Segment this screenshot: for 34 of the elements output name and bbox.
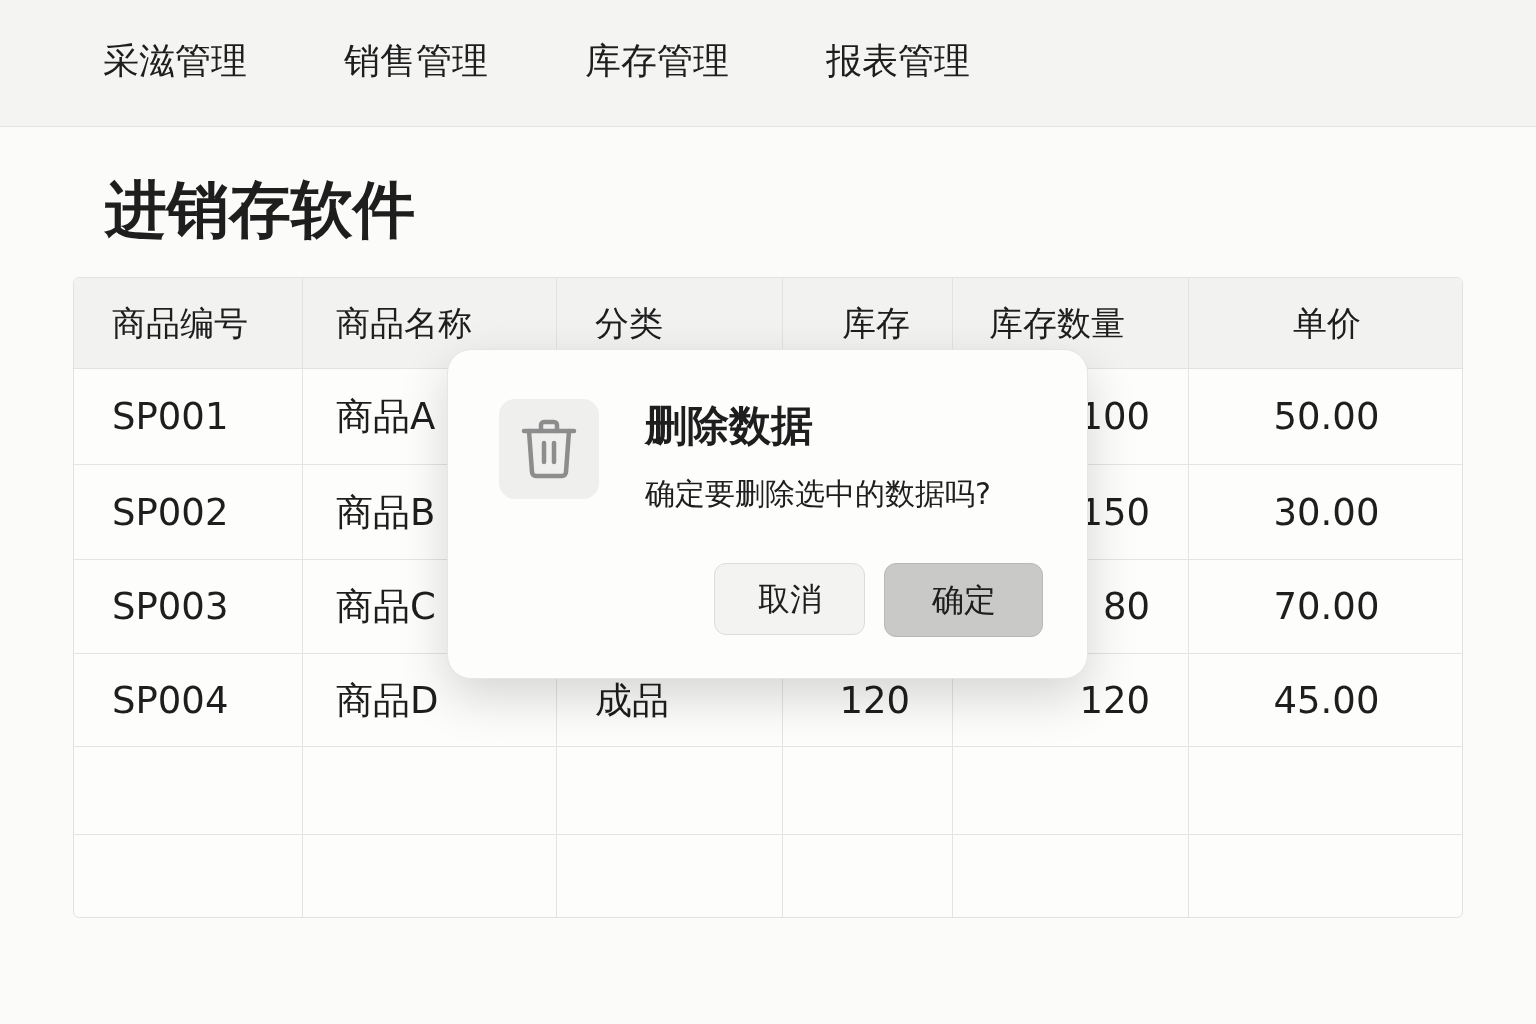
table-cell: 50.00: [1273, 398, 1380, 435]
table-cell: 商品D: [336, 681, 439, 719]
trash-icon: [499, 399, 599, 499]
column-header: 库存: [842, 306, 910, 340]
dialog-title: 删除数据: [645, 405, 813, 447]
table-cell: 45.00: [1273, 681, 1380, 719]
table-cell: 150: [1079, 493, 1150, 531]
column-header: 商品名称: [336, 306, 472, 340]
table-cell: 120: [1079, 681, 1150, 719]
table-cell: 120: [839, 681, 910, 719]
column-header: 单价: [1292, 306, 1361, 340]
table-cell: 30.00: [1273, 493, 1380, 531]
nav-tab[interactable]: 销售管理: [344, 37, 488, 89]
table-cell: 70.00: [1273, 588, 1380, 625]
column-header: 商品编号: [112, 306, 248, 340]
dialog-message: 确定要删除选中的数据吗?: [645, 479, 991, 509]
table-cell: SP002: [112, 493, 229, 531]
table-cell: SP004: [112, 681, 229, 719]
confirm-button[interactable]: 确定: [884, 563, 1043, 637]
table-cell: SP001: [112, 398, 229, 435]
table-cell: 80: [1102, 588, 1150, 625]
nav-tab[interactable]: 报表管理: [826, 37, 970, 89]
cancel-button[interactable]: 取消: [714, 563, 865, 635]
table-cell: 成品: [595, 681, 669, 719]
page-title: 进销存软件: [105, 179, 415, 241]
table-cell: 商品C: [336, 588, 436, 625]
nav-tab[interactable]: 库存管理: [585, 37, 729, 89]
column-header: 库存数量: [989, 306, 1125, 340]
nav-tab[interactable]: 采滋管理: [103, 37, 247, 89]
table-cell: 商品B: [336, 493, 436, 531]
table-cell: 商品A: [336, 398, 436, 435]
column-header: 分类: [595, 306, 663, 340]
table-cell: SP003: [112, 588, 229, 625]
table-cell: 100: [1079, 398, 1150, 435]
